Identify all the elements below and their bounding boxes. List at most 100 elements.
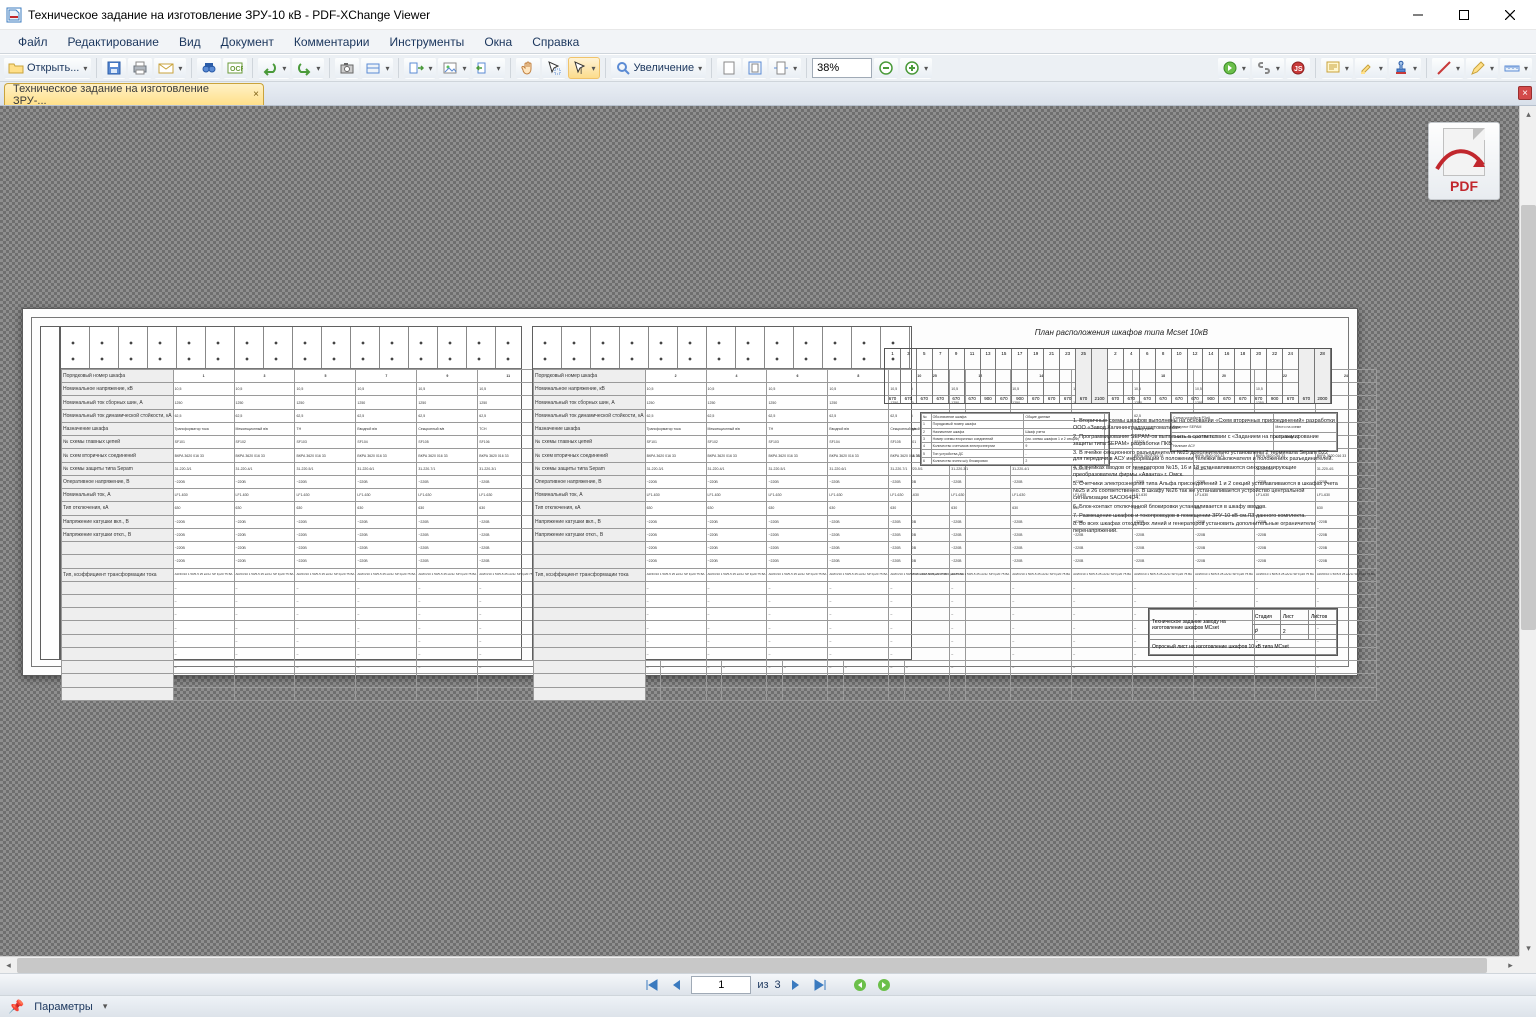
menubar: Файл Редактирование Вид Документ Коммент… bbox=[0, 30, 1536, 54]
menu-windows[interactable]: Окна bbox=[474, 32, 522, 52]
zoom-in-button[interactable]: ▾ bbox=[900, 57, 932, 79]
svg-text:I: I bbox=[580, 67, 582, 76]
tab-close-icon[interactable]: × bbox=[253, 89, 259, 100]
page-total-label: 3 bbox=[775, 979, 781, 991]
first-page-button[interactable] bbox=[643, 976, 661, 994]
close-button[interactable] bbox=[1487, 0, 1533, 30]
floppy-icon bbox=[106, 60, 122, 76]
hand-tool-button[interactable] bbox=[516, 57, 540, 79]
prev-page-button[interactable] bbox=[667, 976, 685, 994]
select-tool-button[interactable] bbox=[542, 57, 566, 79]
js-button[interactable]: JS bbox=[1286, 57, 1310, 79]
pdf-page: План расположения шкафов типа Mcset 10кВ… bbox=[22, 308, 1358, 676]
text-select-icon: I bbox=[572, 60, 588, 76]
redo-button[interactable]: ▾ bbox=[292, 57, 324, 79]
comment-text-button[interactable]: ▾ bbox=[1321, 57, 1353, 79]
zoom-value-input[interactable]: 38% bbox=[812, 58, 872, 78]
menu-comments[interactable]: Комментарии bbox=[284, 32, 380, 52]
maximize-button[interactable] bbox=[1441, 0, 1487, 30]
fit-width-button[interactable]: ▾ bbox=[769, 57, 801, 79]
select-text-button[interactable]: I▾ bbox=[568, 57, 600, 79]
draw-line-button[interactable]: ▾ bbox=[1432, 57, 1464, 79]
fit-width-icon bbox=[773, 60, 789, 76]
link-icon bbox=[1256, 60, 1272, 76]
nav-back-button[interactable] bbox=[851, 976, 869, 994]
statusbar-bottom: 📌 Параметры▾ bbox=[0, 995, 1536, 1017]
menu-view[interactable]: Вид bbox=[169, 32, 211, 52]
page-nav-bar: из 3 bbox=[0, 973, 1536, 995]
window-title: Техническое задание на изготовление ЗРУ-… bbox=[28, 8, 1395, 22]
snapshot-button[interactable] bbox=[335, 57, 359, 79]
scroll-right-button[interactable]: ▸ bbox=[1502, 957, 1519, 973]
stamp-button[interactable]: ▾ bbox=[1389, 57, 1421, 79]
next-page-button[interactable] bbox=[787, 976, 805, 994]
badge-icon: JS bbox=[1290, 60, 1306, 76]
svg-text:OCR: OCR bbox=[230, 66, 243, 73]
undo-icon bbox=[262, 60, 278, 76]
measure-button[interactable]: ▾ bbox=[1500, 57, 1532, 79]
nav-home-button[interactable]: ▾ bbox=[1218, 57, 1250, 79]
folder-open-icon bbox=[8, 60, 24, 76]
ocr-button[interactable]: OCR bbox=[223, 57, 247, 79]
export-button[interactable]: ▾ bbox=[404, 57, 436, 79]
zoom-out-icon bbox=[878, 60, 894, 76]
minimize-button[interactable] bbox=[1395, 0, 1441, 30]
menu-document[interactable]: Документ bbox=[211, 32, 284, 52]
save-button[interactable] bbox=[102, 57, 126, 79]
ocr-icon: OCR bbox=[227, 60, 243, 76]
stamp-icon bbox=[1393, 60, 1409, 76]
magnifier-icon bbox=[615, 60, 631, 76]
export-image-button[interactable]: ▾ bbox=[438, 57, 470, 79]
scroll-down-button[interactable]: ▾ bbox=[1520, 940, 1536, 957]
send-button[interactable]: ▾ bbox=[472, 57, 504, 79]
menu-file[interactable]: Файл bbox=[8, 32, 58, 52]
draw-arrow-button[interactable]: ▾ bbox=[1466, 57, 1498, 79]
send-icon bbox=[476, 60, 492, 76]
tabstrip: Техническое задание на изготовление ЗРУ-… bbox=[0, 82, 1536, 106]
status-options[interactable]: Параметры bbox=[34, 1001, 93, 1013]
fit-page-icon bbox=[747, 60, 763, 76]
vertical-scrollbar[interactable]: ▴ ▾ bbox=[1519, 106, 1536, 957]
cursor-select-icon bbox=[546, 60, 562, 76]
print-button[interactable] bbox=[128, 57, 152, 79]
schedule-panel-section-b: Порядковый номер шкафа246810121416182022… bbox=[532, 326, 912, 660]
highlight-button[interactable]: ▾ bbox=[1355, 57, 1387, 79]
open-button[interactable]: Открыть...▾ bbox=[4, 57, 91, 79]
scroll-left-button[interactable]: ◂ bbox=[0, 957, 17, 973]
zoom-tool-button[interactable]: Увеличение▾ bbox=[611, 57, 707, 79]
pin-icon[interactable]: 📌 bbox=[8, 999, 24, 1015]
zoom-out-button[interactable] bbox=[874, 57, 898, 79]
document-viewport[interactable]: PDF План расположения шкафов типа Mcset … bbox=[0, 106, 1536, 973]
binoculars-icon bbox=[201, 60, 217, 76]
horizontal-scrollbar[interactable]: ◂ ▸ bbox=[0, 956, 1519, 973]
menu-edit[interactable]: Редактирование bbox=[58, 32, 169, 52]
tabstrip-close-button[interactable]: × bbox=[1518, 86, 1532, 100]
scroll-up-button[interactable]: ▴ bbox=[1520, 106, 1536, 123]
pdf-watermark: PDF bbox=[1428, 122, 1500, 200]
hand-icon bbox=[520, 60, 536, 76]
undo-button[interactable]: ▾ bbox=[258, 57, 290, 79]
page-1to1-icon bbox=[721, 60, 737, 76]
find-button[interactable] bbox=[197, 57, 221, 79]
email-button[interactable]: ▾ bbox=[154, 57, 186, 79]
printer-icon bbox=[132, 60, 148, 76]
page-number-input[interactable] bbox=[691, 976, 751, 994]
last-page-button[interactable] bbox=[811, 976, 829, 994]
actual-size-button[interactable] bbox=[717, 57, 741, 79]
envelope-icon bbox=[158, 60, 174, 76]
page-sep-label: из bbox=[757, 979, 768, 991]
row-label-column bbox=[40, 326, 60, 660]
links-button[interactable]: ▾ bbox=[1252, 57, 1284, 79]
nav-forward-button[interactable] bbox=[875, 976, 893, 994]
menu-help[interactable]: Справка bbox=[522, 32, 589, 52]
menu-tools[interactable]: Инструменты bbox=[379, 32, 474, 52]
titlebar: Техническое задание на изготовление ЗРУ-… bbox=[0, 0, 1536, 30]
pencil-icon bbox=[1470, 60, 1486, 76]
app-icon bbox=[6, 7, 22, 23]
document-tab[interactable]: Техническое задание на изготовление ЗРУ-… bbox=[4, 83, 264, 105]
schedule-panel-section-a: Порядковый номер шкафа135791113151719212… bbox=[60, 326, 522, 660]
plan-layout-ruler: 1670367056707670967011670139001567017900… bbox=[884, 348, 1332, 404]
scan-button[interactable]: ▾ bbox=[361, 57, 393, 79]
fit-page-button[interactable] bbox=[743, 57, 767, 79]
line-icon bbox=[1436, 60, 1452, 76]
